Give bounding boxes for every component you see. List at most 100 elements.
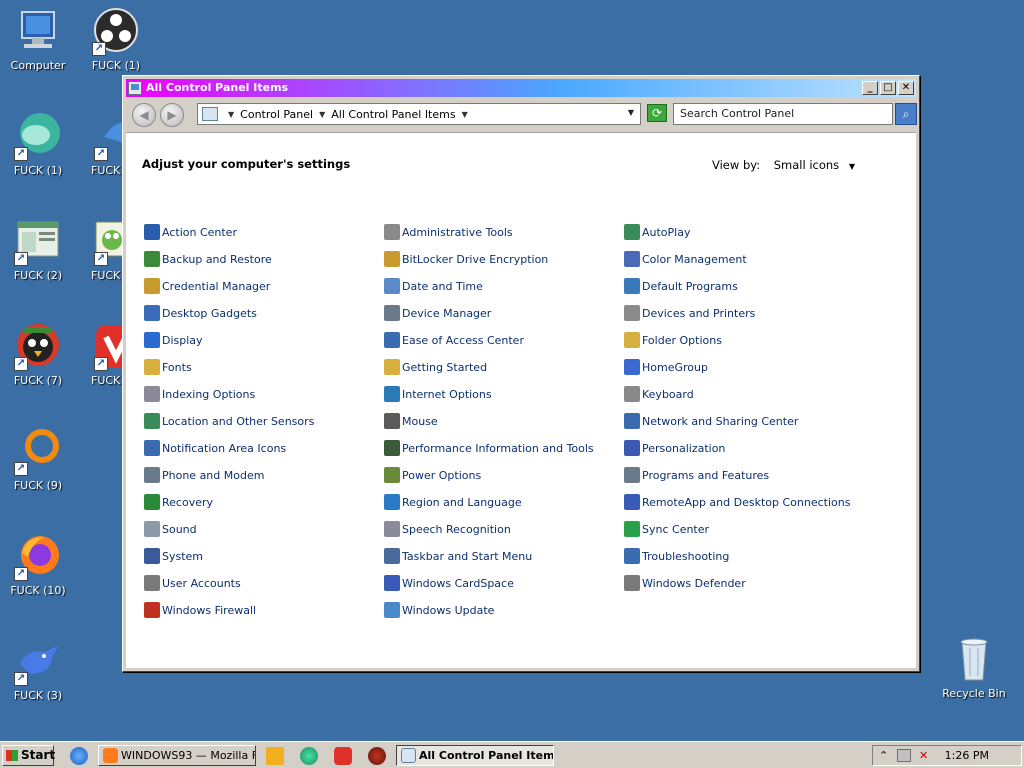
chevron-up-icon[interactable]: ⌃ [879,749,888,762]
task-firefox[interactable]: WINDOWS93 — Mozilla F... [98,745,256,766]
item-icon [624,575,640,591]
control-panel-item[interactable]: Network and Sharing Center [624,412,798,430]
control-panel-item[interactable]: Date and Time [384,277,483,295]
item-icon [624,332,640,348]
control-panel-item[interactable]: Sound [144,520,197,538]
angry-bird-icon[interactable] [368,747,386,765]
control-panel-item[interactable]: Region and Language [384,493,522,511]
control-panel-item[interactable]: Location and Other Sensors [144,412,314,430]
item-label: Administrative Tools [402,225,513,239]
minimize-button[interactable]: _ [862,81,878,95]
address-dropdown-icon[interactable]: ▼ [628,108,634,117]
control-panel-item[interactable]: Folder Options [624,331,722,349]
control-panel-item[interactable]: Internet Options [384,385,492,403]
control-panel-item[interactable]: Credential Manager [144,277,270,295]
title-bar[interactable]: All Control Panel Items _ □ ✕ [126,79,916,97]
desktop-icon-orange-ring[interactable]: ↗ FUCK (9) [0,428,76,492]
control-panel-item[interactable]: User Accounts [144,574,241,592]
control-panel-item[interactable]: Programs and Features [624,466,769,484]
vivaldi-icon[interactable] [334,747,352,765]
control-panel-item[interactable]: Windows Firewall [144,601,256,619]
control-panel-item[interactable]: Display [144,331,203,349]
control-panel-item[interactable]: Administrative Tools [384,223,513,241]
desktop-icon-obs[interactable]: ↗ FUCK (1) [78,8,154,72]
item-icon [384,413,400,429]
maximize-button[interactable]: □ [880,81,896,95]
view-by-dropdown[interactable]: Small icons [774,158,839,172]
desktop-icon-window-app[interactable]: ↗ FUCK (2) [0,218,76,282]
desktop-icon-vivaldi[interactable]: ↗ FUCK [78,323,122,387]
chevron-down-icon[interactable]: ▼ [228,110,234,119]
back-button[interactable]: ◀ [132,103,156,127]
control-panel-item[interactable]: Getting Started [384,358,487,376]
clock[interactable]: 1:26 PM [945,749,989,762]
search-input[interactable]: Search Control Panel [673,103,893,125]
volume-muted-icon[interactable]: ✕ [919,749,928,762]
control-panel-item[interactable]: System [144,547,203,565]
address-bar[interactable]: ▼ Control Panel ▼ All Control Panel Item… [197,103,641,125]
chevron-down-icon[interactable]: ▼ [319,110,325,119]
control-panel-item[interactable]: Performance Information and Tools [384,439,594,457]
item-icon [144,386,160,402]
control-panel-item[interactable]: Indexing Options [144,385,255,403]
refresh-button[interactable]: ⟳ [647,104,667,122]
control-panel-item[interactable]: Power Options [384,466,481,484]
desktop-icon-blue-bird[interactable]: ↗ FUCK (3) [0,638,76,702]
item-label: Power Options [402,468,482,482]
close-button[interactable]: ✕ [898,81,914,95]
desktop-icon-firefox[interactable]: ↗ FUCK (10) [0,533,76,597]
control-panel-item[interactable]: BitLocker Drive Encryption [384,250,548,268]
control-panel-item[interactable]: Notification Area Icons [144,439,286,457]
control-panel-item[interactable]: Device Manager [384,304,491,322]
control-panel-icon [401,748,416,763]
control-panel-item[interactable]: Desktop Gadgets [144,304,257,322]
breadcrumb-all-items[interactable]: All Control Panel Items [331,108,455,121]
item-icon [624,359,640,375]
control-panel-item[interactable]: RemoteApp and Desktop Connections [624,493,850,511]
search-icon[interactable]: ⌕ [895,103,917,125]
control-panel-item[interactable]: Taskbar and Start Menu [384,547,532,565]
control-panel-item[interactable]: Windows CardSpace [384,574,514,592]
orange-ring-icon: ↗ [14,428,62,476]
control-panel-item[interactable]: Troubleshooting [624,547,729,565]
desktop-icon-shortcut[interactable]: ↗ FUCK [78,113,122,177]
desktop-icon-frog-app[interactable]: ↗ FUCK [78,218,122,282]
control-panel-item[interactable]: HomeGroup [624,358,708,376]
control-panel-item[interactable]: Ease of Access Center [384,331,524,349]
item-icon [624,278,640,294]
control-panel-item[interactable]: Personalization [624,439,725,457]
internet-explorer-icon[interactable] [70,747,88,765]
control-panel-item[interactable]: Speech Recognition [384,520,511,538]
desktop-icon-computer[interactable]: Computer [0,8,76,72]
control-panel-item[interactable]: Recovery [144,493,213,511]
control-panel-item[interactable]: Mouse [384,412,438,430]
control-panel-item[interactable]: Sync Center [624,520,709,538]
item-label: Windows Firewall [162,603,257,617]
forward-button[interactable]: ▶ [160,103,184,127]
control-panel-item[interactable]: Devices and Printers [624,304,755,322]
desktop-icon-label: FUCK [91,269,121,282]
control-panel-item[interactable]: Phone and Modem [144,466,264,484]
task-control-panel[interactable]: All Control Panel Items [396,745,554,766]
control-panel-item[interactable]: Default Programs [624,277,738,295]
control-panel-item[interactable]: Windows Defender [624,574,746,592]
control-panel-item[interactable]: Fonts [144,358,192,376]
control-panel-item[interactable]: Backup and Restore [144,250,272,268]
breadcrumb-control-panel[interactable]: Control Panel [240,108,313,121]
start-button[interactable]: Start [2,745,55,766]
shortcut-arrow-icon: ↗ [14,462,28,476]
control-panel-item[interactable]: Keyboard [624,385,694,403]
chevron-down-icon[interactable]: ▼ [462,110,468,119]
control-panel-item[interactable]: Color Management [624,250,747,268]
green-app-icon[interactable] [300,747,318,765]
network-icon[interactable] [897,749,911,762]
item-label: Keyboard [642,387,694,401]
desktop-icon-recycle-bin[interactable]: Recycle Bin [936,636,1012,700]
control-panel-item[interactable]: AutoPlay [624,223,690,241]
chevron-down-icon[interactable]: ▼ [849,162,855,171]
desktop-icon-teal-bird[interactable]: ↗ FUCK (1) [0,113,76,177]
desktop-icon-angry-bird[interactable]: ↗ FUCK (7) [0,323,76,387]
control-panel-item[interactable]: Action Center [144,223,237,241]
media-player-icon[interactable] [266,747,284,765]
control-panel-item[interactable]: Windows Update [384,601,494,619]
